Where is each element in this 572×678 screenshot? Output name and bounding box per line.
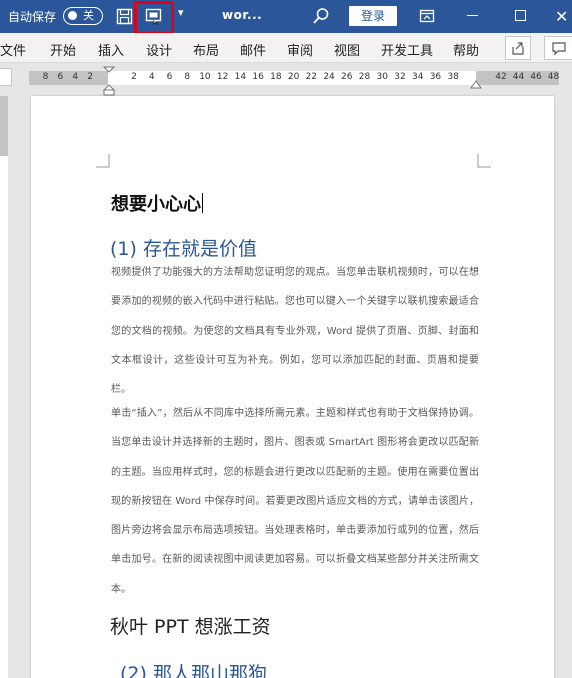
text-cursor: [202, 193, 203, 213]
indent-markers[interactable]: [103, 66, 115, 96]
tab-review[interactable]: 审阅: [287, 40, 313, 59]
title-bar: 自动保存 关 ▾ wor... 登录 ✕: [0, 0, 572, 35]
autosave-label: 自动保存: [8, 10, 57, 24]
horizontal-ruler-area: 8 6 4 2 2 4 6 8 10 12 14 16 18 20 22 24 26 28 30 32 34 36 38 42…: [0, 63, 572, 96]
ruler-tick-label: 6: [166, 72, 173, 82]
ruler-tick-label: 28: [358, 72, 371, 82]
ruler-tick-label: 44: [512, 72, 525, 82]
ruler-tick-label: 48: [547, 72, 560, 82]
tab-home[interactable]: 开始: [50, 40, 76, 59]
tab-selector[interactable]: [0, 68, 12, 86]
minimize-icon[interactable]: [467, 15, 478, 16]
autosave-state: 关: [83, 9, 94, 22]
ruler-tick-label: 12: [216, 72, 229, 82]
margin-corner-mark: [477, 154, 491, 168]
ruler-tick-label: 30: [376, 72, 388, 82]
title-text: 想要小心心: [111, 194, 201, 215]
section-heading-1[interactable]: (1) 存在就是价值: [110, 234, 257, 261]
tab-developer[interactable]: 开发工具: [381, 40, 433, 59]
toggle-knob: [68, 11, 77, 20]
tab-layout[interactable]: 布局: [193, 40, 219, 59]
tab-view[interactable]: 视图: [334, 40, 360, 59]
comment-icon: [552, 42, 566, 56]
document-title-heading[interactable]: 想要小心心: [111, 190, 203, 216]
ruler-tick-label: 38: [447, 72, 459, 82]
ruler-tick-label: 4: [72, 72, 79, 82]
tab-help[interactable]: 帮助: [453, 40, 479, 59]
ruler-tick-label: 32: [394, 72, 406, 82]
ruler-tick-label: 14: [234, 72, 247, 82]
ruler-tick-label: 4: [148, 72, 155, 82]
tab-design[interactable]: 设计: [146, 40, 172, 59]
ruler-tick-label: 2: [131, 72, 137, 82]
ruler-tick-label: 18: [270, 72, 282, 82]
save-icon[interactable]: [116, 8, 133, 25]
body-paragraph-2[interactable]: 单击“插入”，然后从不同库中选择所需元素。主题和样式也有助于文档保持协调。当您单…: [111, 399, 479, 604]
ruler-tick-label: 2: [87, 72, 93, 82]
document-page[interactable]: 想要小心心 (1) 存在就是价值 视频提供了功能强大的方法帮助您证明您的观点。当…: [31, 96, 554, 678]
right-indent-marker[interactable]: [470, 79, 482, 91]
ruler-tick-label: 42: [495, 72, 507, 82]
ruler-tick-label: 8: [184, 72, 191, 82]
margin-corner-mark: [96, 154, 110, 168]
ruler-tick-label: 46: [530, 72, 542, 82]
share-icon: [512, 42, 524, 55]
ruler-tick-label: 20: [287, 72, 300, 82]
ruler-tick-label: 10: [199, 72, 211, 82]
share-button[interactable]: [505, 36, 531, 60]
ribbon-tabs: 文件 开始 插入 设计 布局 邮件 审阅 视图 开发工具 帮助: [0, 33, 572, 63]
ribbon-display-options-icon[interactable]: [419, 8, 435, 24]
comments-button[interactable]: [544, 36, 572, 60]
maximize-icon[interactable]: [515, 10, 526, 21]
tab-insert[interactable]: 插入: [98, 40, 124, 59]
section-heading-3[interactable]: (2) 那人那山那狗: [120, 659, 267, 678]
body-paragraph-1[interactable]: 视频提供了功能强大的方法帮助您证明您的观点。当您单击联机视频时，可以在想要添加的…: [111, 258, 479, 404]
document-title: wor...: [222, 8, 263, 22]
vertical-ruler-margin: [0, 96, 8, 156]
ruler-tick-label: 36: [429, 72, 442, 82]
ruler-tick-label: 8: [42, 72, 49, 82]
ruler-tick-label: 26: [341, 72, 353, 82]
tab-mailings[interactable]: 邮件: [240, 40, 266, 59]
login-button[interactable]: 登录: [349, 6, 397, 26]
tab-file[interactable]: 文件: [0, 40, 26, 59]
ruler-tick-label: 24: [323, 72, 335, 82]
section-heading-2[interactable]: 秋叶 PPT 想涨工资: [110, 612, 271, 639]
ruler-tick-label: 22: [305, 72, 318, 82]
customize-quick-access-icon[interactable]: ▾: [178, 6, 184, 19]
ruler-tick-label: 34: [411, 72, 424, 82]
ruler-tick-label: 6: [57, 72, 64, 82]
search-icon[interactable]: [312, 7, 330, 25]
close-icon[interactable]: ✕: [555, 7, 568, 26]
autosave-toggle[interactable]: 关: [63, 7, 103, 25]
ruler-tick-label: 16: [252, 72, 264, 82]
vertical-ruler[interactable]: [0, 96, 8, 678]
highlight-box: [134, 1, 174, 35]
